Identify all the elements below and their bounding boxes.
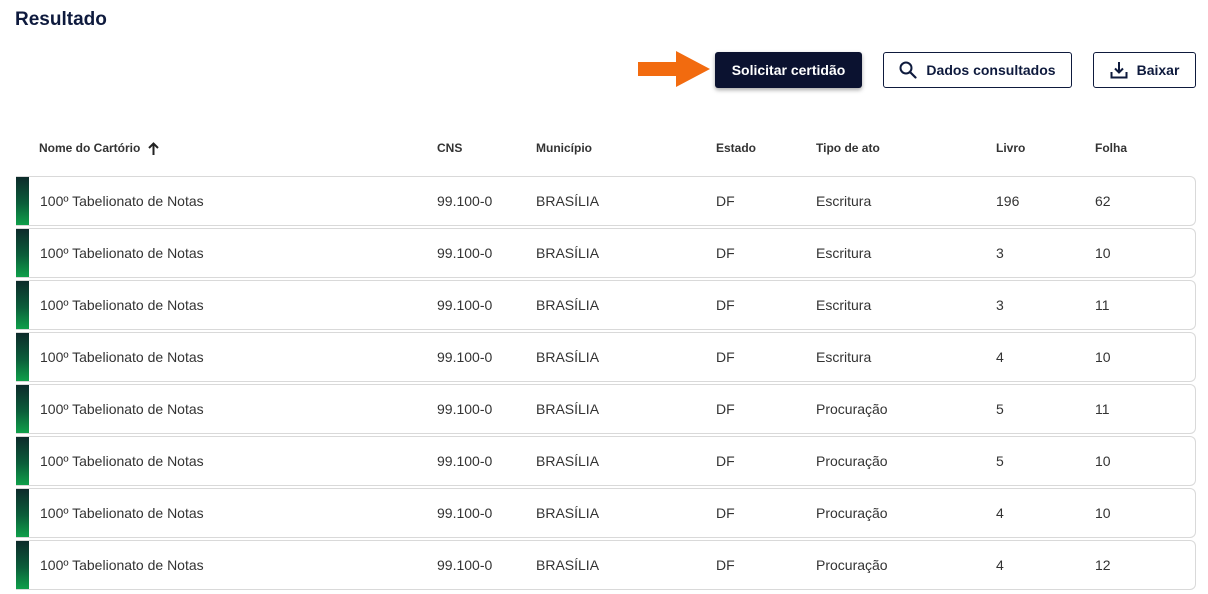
cell-municipio: BRASÍLIA [536,453,600,469]
table-row[interactable]: 100º Tabelionato de Notas 99.100-0 BRASÍLI… [16,176,1196,226]
cell-estado: DF [716,297,735,313]
cell-tipo-ato: Procuração [816,557,888,573]
cell-cns: 99.100-0 [437,453,493,469]
cell-tipo-ato: Escritura [816,193,872,209]
cell-municipio: BRASÍLIA [536,557,600,573]
dados-consultados-label: Dados consultados [926,62,1056,78]
cell-municipio: BRASÍLIA [536,401,600,417]
cell-municipio: BRASÍLIA [536,349,600,365]
page-title: Resultado [15,9,107,30]
table-row[interactable]: 100º Tabelionato de Notas 99.100-0 BRASÍLI… [16,332,1196,382]
cell-nome-cartorio: 100º Tabelionato de Notas [40,557,204,573]
cell-tipo-ato: Escritura [816,297,872,313]
row-status-bar [16,229,29,277]
cell-cns: 99.100-0 [437,557,493,573]
cell-livro: 4 [996,505,1004,521]
cell-estado: DF [716,245,735,261]
cell-folha: 12 [1095,557,1111,573]
cell-livro: 3 [996,297,1004,313]
row-status-bar [16,489,29,537]
row-status-bar [16,385,29,433]
cell-cns: 99.100-0 [437,245,493,261]
search-icon [899,61,918,79]
header-nome-label: Nome do Cartório [39,141,141,155]
table-row[interactable]: 100º Tabelionato de Notas 99.100-0 BRASÍLI… [16,384,1196,434]
cell-estado: DF [716,505,735,521]
cell-municipio: BRASÍLIA [536,193,600,209]
table-row[interactable]: 100º Tabelionato de Notas 99.100-0 BRASÍLI… [16,488,1196,538]
cell-nome-cartorio: 100º Tabelionato de Notas [40,297,204,313]
header-livro: Livro [996,141,1026,155]
cell-folha: 11 [1095,401,1110,417]
cell-estado: DF [716,193,735,209]
cell-folha: 11 [1095,297,1110,313]
cell-nome-cartorio: 100º Tabelionato de Notas [40,453,204,469]
cell-tipo-ato: Procuração [816,505,888,521]
table-row[interactable]: 100º Tabelionato de Notas 99.100-0 BRASÍLI… [16,436,1196,486]
cell-estado: DF [716,557,735,573]
cell-estado: DF [716,349,735,365]
header-municipio: Município [536,141,592,155]
table-row[interactable]: 100º Tabelionato de Notas 99.100-0 BRASÍLI… [16,540,1196,590]
row-status-bar [16,177,29,225]
results-page: Resultado Solicitar certidão Dados consu… [0,0,1208,594]
cell-estado: DF [716,401,735,417]
baixar-button[interactable]: Baixar [1093,52,1196,88]
cell-livro: 4 [996,557,1004,573]
cell-nome-cartorio: 100º Tabelionato de Notas [40,401,204,417]
cell-tipo-ato: Escritura [816,245,872,261]
cell-folha: 10 [1095,245,1111,261]
row-status-bar [16,333,29,381]
results-table: 100º Tabelionato de Notas 99.100-0 BRASÍLI… [16,176,1196,592]
cell-folha: 10 [1095,505,1111,521]
cell-municipio: BRASÍLIA [536,245,600,261]
cell-folha: 10 [1095,453,1111,469]
arrow-up-icon [148,141,160,155]
cell-livro: 3 [996,245,1004,261]
cell-livro: 196 [996,193,1020,209]
cell-nome-cartorio: 100º Tabelionato de Notas [40,349,204,365]
cell-nome-cartorio: 100º Tabelionato de Notas [40,245,204,261]
pointer-arrow-icon [638,51,710,87]
cell-folha: 10 [1095,349,1111,365]
cell-livro: 4 [996,349,1004,365]
cell-cns: 99.100-0 [437,401,493,417]
row-status-bar [16,541,29,589]
header-estado: Estado [716,141,757,155]
solicitar-certidao-button[interactable]: Solicitar certidão [715,52,862,88]
row-status-bar [16,437,29,485]
header-cns: CNS [437,141,463,155]
solicitar-certidao-label: Solicitar certidão [731,62,846,78]
dados-consultados-button[interactable]: Dados consultados [883,52,1072,88]
cell-municipio: BRASÍLIA [536,297,600,313]
cell-tipo-ato: Escritura [816,349,872,365]
cell-estado: DF [716,453,735,469]
cell-tipo-ato: Procuração [816,401,888,417]
cell-folha: 62 [1095,193,1111,209]
cell-cns: 99.100-0 [437,349,493,365]
cell-municipio: BRASÍLIA [536,505,600,521]
cell-cns: 99.100-0 [437,297,493,313]
header-nome-cartorio[interactable]: Nome do Cartório [39,141,160,155]
cell-nome-cartorio: 100º Tabelionato de Notas [40,193,204,209]
table-row[interactable]: 100º Tabelionato de Notas 99.100-0 BRASÍLI… [16,280,1196,330]
row-status-bar [16,281,29,329]
table-row[interactable]: 100º Tabelionato de Notas 99.100-0 BRASÍLI… [16,228,1196,278]
cell-nome-cartorio: 100º Tabelionato de Notas [40,505,204,521]
header-folha: Folha [1095,141,1127,155]
baixar-label: Baixar [1136,62,1180,78]
download-icon [1110,61,1128,79]
cell-cns: 99.100-0 [437,193,493,209]
header-tipo-ato: Tipo de ato [816,141,880,155]
cell-livro: 5 [996,401,1004,417]
cell-tipo-ato: Procuração [816,453,888,469]
cell-cns: 99.100-0 [437,505,493,521]
cell-livro: 5 [996,453,1004,469]
